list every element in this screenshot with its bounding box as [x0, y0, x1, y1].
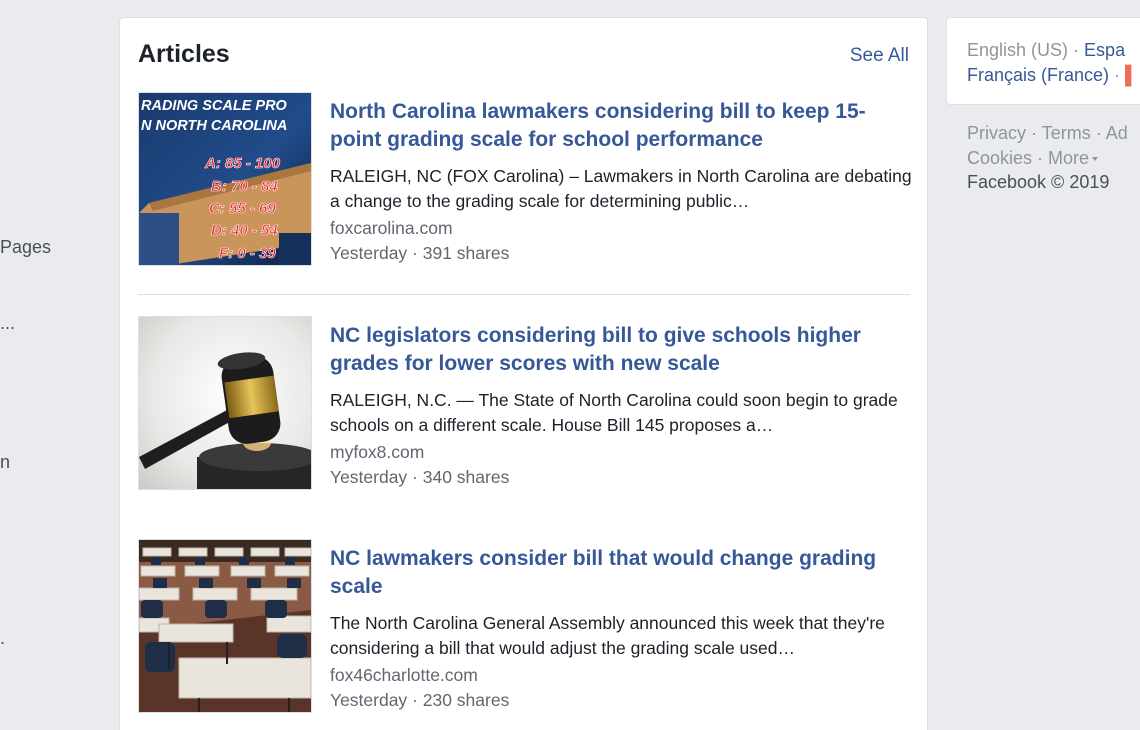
separator: ·	[1073, 40, 1085, 60]
footer-row: Privacy · Terms · Ad	[967, 121, 1128, 146]
sidebar-item-truncated[interactable]: .	[0, 628, 5, 649]
grade-label: F: 0 - 39	[219, 245, 276, 262]
article-title-link[interactable]: NC lawmakers consider bill that would ch…	[330, 545, 912, 601]
cookies-link[interactable]: Cookies	[967, 148, 1032, 168]
sidebar-item-truncated[interactable]: n	[0, 452, 10, 473]
article-title-link[interactable]: North Carolina lawmakers considering bil…	[330, 98, 912, 154]
ad-choices-link[interactable]: Ad	[1106, 123, 1128, 143]
sidebar-item-truncated[interactable]: ...	[0, 313, 15, 334]
language-add-button[interactable]: ▌	[1125, 65, 1138, 85]
article-title-link[interactable]: NC legislators considering bill to give …	[330, 322, 912, 378]
separator: ·	[1114, 64, 1126, 85]
grade-label: B: 70 - 84	[211, 178, 278, 195]
see-all-link[interactable]: See All	[850, 45, 909, 67]
article-thumbnail[interactable]: RADING SCALE PRO N NORTH CAROLINA A: 85 …	[138, 92, 312, 266]
grade-label: C: 55 - 69	[209, 200, 276, 217]
copyright: Facebook © 2019	[967, 172, 1110, 192]
language-row: Français (France) · ▌	[967, 63, 1140, 88]
separator: ·	[1037, 147, 1049, 168]
terms-link[interactable]: Terms	[1042, 123, 1091, 143]
language-link-espanol[interactable]: Espa	[1084, 40, 1125, 60]
article-item: NC lawmakers consider bill that would ch…	[138, 539, 910, 714]
sidebar-item-pages[interactable]: Pages	[0, 237, 51, 258]
article-description: The North Carolina General Assembly anno…	[330, 613, 885, 658]
article-item: NC legislators considering bill to give …	[138, 316, 910, 491]
article-source: myfox8.com	[330, 442, 425, 462]
thumbnail-heading: N NORTH CAROLINA	[141, 118, 287, 134]
chevron-down-icon	[1092, 156, 1099, 161]
article-meta: Yesterday · 391 shares	[330, 243, 510, 263]
card-title: Articles	[138, 40, 230, 68]
article-meta: Yesterday · 340 shares	[330, 467, 510, 487]
language-selector: English (US) · Espa Français (France) · …	[946, 17, 1140, 105]
article-description: RALEIGH, N.C. — The State of North Carol…	[330, 390, 898, 435]
separator: ·	[1031, 123, 1042, 143]
article-source: fox46charlotte.com	[330, 665, 478, 685]
article-description: RALEIGH, NC (FOX Carolina) – Lawmakers i…	[330, 166, 912, 211]
language-link-francais[interactable]: Français (France)	[967, 65, 1109, 85]
privacy-link[interactable]: Privacy	[967, 123, 1026, 143]
article-thumbnail[interactable]	[138, 539, 312, 713]
grade-label: A: 85 - 100	[204, 155, 281, 172]
article-source: foxcarolina.com	[330, 218, 453, 238]
articles-card: Articles See All RADING SCALE PRO N NORT…	[119, 17, 928, 730]
language-current: English (US)	[967, 40, 1069, 60]
divider	[138, 294, 910, 295]
article-meta: Yesterday · 230 shares	[330, 690, 510, 710]
article-item: RADING SCALE PRO N NORTH CAROLINA A: 85 …	[138, 92, 912, 267]
more-label: More	[1048, 147, 1090, 168]
grade-label: D: 40 - 54	[211, 222, 278, 239]
language-row: English (US) · Espa	[967, 38, 1140, 63]
footer-links: Privacy · Terms · Ad Cookies · More Face…	[967, 121, 1128, 195]
separator: ·	[1095, 123, 1106, 143]
thumbnail-heading: RADING SCALE PRO	[141, 98, 288, 114]
article-thumbnail[interactable]	[138, 316, 312, 490]
more-menu-button[interactable]: More	[1048, 147, 1099, 168]
footer-row: Cookies · More	[967, 146, 1128, 171]
